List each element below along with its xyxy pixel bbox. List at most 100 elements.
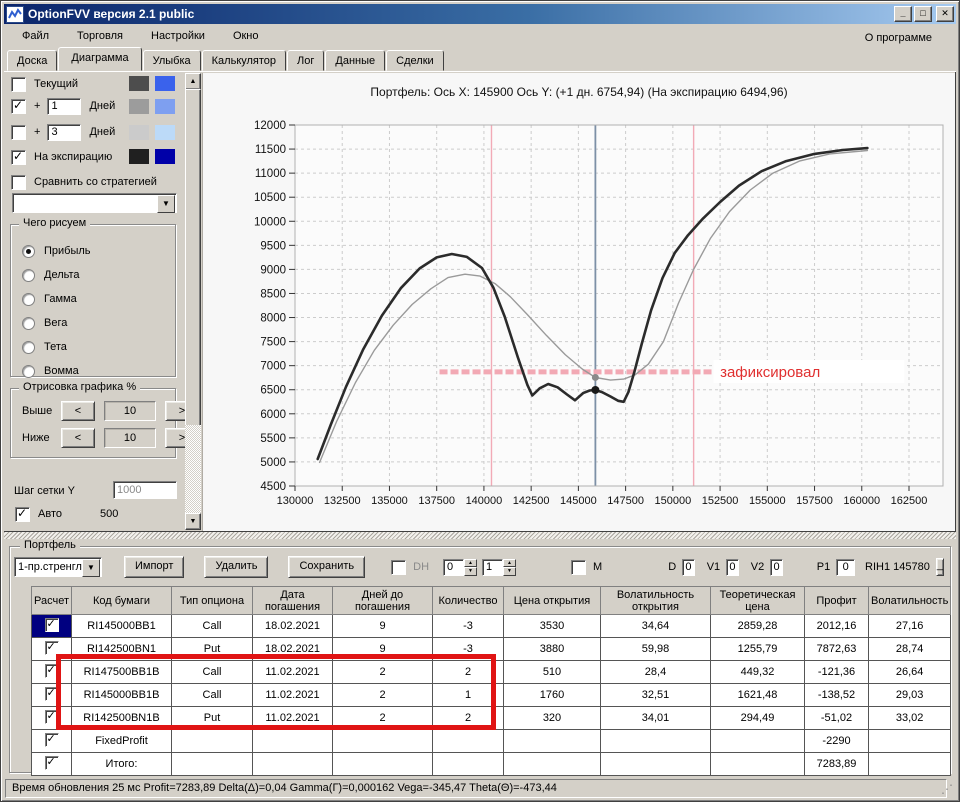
- grid-step-label: Шаг сетки Y: [14, 485, 75, 497]
- radio-button[interactable]: [22, 268, 35, 282]
- below-label: Ниже: [22, 432, 50, 444]
- preset-dropdown[interactable]: 1-пр.стренгл ▼: [14, 557, 102, 577]
- minimize-button[interactable]: _: [894, 6, 912, 22]
- radio-button[interactable]: [22, 364, 35, 378]
- table-row[interactable]: RI145000BB1Call18.02.20219-3353034,64285…: [31, 614, 952, 638]
- scrollbar-track[interactable]: [185, 425, 201, 513]
- radio-button[interactable]: [22, 292, 35, 306]
- plus1-line-swatch: [129, 99, 149, 114]
- spin-up-icon[interactable]: ▲: [464, 558, 478, 567]
- current-checkbox[interactable]: [11, 76, 26, 92]
- spin-down-icon[interactable]: ▼: [503, 567, 517, 576]
- svg-text:130000: 130000: [277, 495, 314, 507]
- tab-item[interactable]: Сделки: [386, 50, 444, 71]
- strategy-dropdown[interactable]: ▼: [12, 193, 177, 213]
- menu-bar: Файл Торговля Настройки Окно О программе: [4, 24, 956, 48]
- radio-button[interactable]: [22, 244, 35, 258]
- plus1-days-input[interactable]: [47, 97, 82, 115]
- import-button[interactable]: Импорт: [124, 556, 185, 578]
- cell-days: [332, 729, 433, 753]
- profit-chart[interactable]: зафиксировал 4500 5000 5500 6000 6500 7000 7500…: [204, 106, 954, 530]
- tab-item[interactable]: Доска: [7, 50, 58, 71]
- auto-label: Авто: [38, 508, 62, 520]
- title-bar[interactable]: OptionFVV версия 2.1 public _ □ ✕: [4, 4, 956, 24]
- sidebar-scrollbar[interactable]: ▲ ▼: [185, 73, 201, 530]
- scroll-down-icon[interactable]: ▼: [185, 513, 201, 530]
- p1-field[interactable]: 0: [836, 558, 856, 576]
- splitter-handle[interactable]: [4, 532, 956, 539]
- status-bar: Время обновления 25 мс Profit=7283,89 De…: [4, 777, 956, 799]
- v1-field[interactable]: 0: [726, 558, 739, 576]
- row-checkbox[interactable]: [44, 732, 59, 747]
- auto-value: 500: [99, 508, 119, 520]
- draw-option-row: Дельта: [22, 263, 91, 287]
- table-row[interactable]: Итого: 7283,89: [31, 752, 952, 776]
- save-button[interactable]: Сохранить: [288, 556, 366, 578]
- menu-item[interactable]: Файл: [12, 27, 59, 45]
- cell-vol: 33,02: [867, 706, 952, 730]
- menu-items: Файл Торговля Настройки Окно: [4, 27, 269, 45]
- spin-up-icon[interactable]: ▲: [503, 558, 517, 567]
- plus3-days-input[interactable]: [47, 123, 82, 141]
- row-checkbox[interactable]: [44, 640, 59, 655]
- cell-theo: 2859,28: [710, 614, 805, 638]
- svg-text:162500: 162500: [891, 495, 928, 507]
- table-row[interactable]: FixedProfit -2290: [31, 729, 952, 753]
- delete-button[interactable]: Удалить: [204, 556, 269, 578]
- cell-date: 18.02.2021: [252, 614, 333, 638]
- chevron-down-icon[interactable]: ▼: [82, 559, 100, 577]
- row-checkbox[interactable]: [44, 755, 59, 770]
- current-label: Текущий: [34, 78, 78, 90]
- svg-text:10000: 10000: [254, 216, 286, 228]
- below-decrease-button[interactable]: <: [61, 428, 95, 448]
- cell-open: [503, 752, 601, 776]
- compare-row: Сравнить со стратегией: [11, 174, 157, 190]
- draw-group: Чего рисуем Прибыль Дельта Гамма Вега Тета Во…: [10, 217, 176, 378]
- expiration-checkbox[interactable]: [11, 149, 26, 165]
- plus1-fill-swatch: [155, 99, 175, 114]
- auto-checkbox[interactable]: [15, 506, 30, 522]
- radio-button[interactable]: [22, 340, 35, 354]
- collapse-button[interactable]: _: [935, 558, 944, 576]
- close-button[interactable]: ✕: [936, 6, 954, 22]
- row-checkbox[interactable]: [44, 617, 59, 632]
- tab-item[interactable]: Лог: [287, 50, 325, 71]
- chevron-down-icon[interactable]: ▼: [157, 195, 175, 213]
- svg-text:5500: 5500: [260, 433, 286, 445]
- scrollbar-thumb[interactable]: [185, 89, 201, 427]
- cell-days: [332, 752, 433, 776]
- spin-down-icon[interactable]: ▼: [464, 567, 478, 576]
- dh-spinner-2[interactable]: 1 ▲ ▼: [482, 558, 517, 576]
- tab-active[interactable]: Диаграмма: [58, 47, 142, 71]
- maximize-button[interactable]: □: [914, 6, 932, 22]
- cell-theo: [710, 729, 805, 753]
- svg-text:10500: 10500: [254, 192, 286, 204]
- tab-item[interactable]: Данные: [325, 50, 386, 71]
- menu-item[interactable]: Настройки: [141, 27, 215, 45]
- menu-item[interactable]: Торговля: [67, 27, 133, 45]
- cell-vol: 29,03: [867, 683, 952, 707]
- tab-item[interactable]: Калькулятор: [201, 50, 287, 71]
- v2-field[interactable]: 0: [770, 558, 783, 576]
- above-decrease-button[interactable]: <: [61, 401, 95, 421]
- cell-type: [171, 752, 253, 776]
- grid-step-input[interactable]: [113, 481, 177, 499]
- tab-item[interactable]: Улыбка: [142, 50, 201, 71]
- m-checkbox[interactable]: [571, 559, 587, 575]
- menu-item[interactable]: Окно: [223, 27, 269, 45]
- radio-button[interactable]: [22, 316, 35, 330]
- svg-text:150000: 150000: [654, 495, 691, 507]
- portfolio-toolbar: 1-пр.стренгл ▼ Импорт Удалить Сохранить …: [14, 555, 944, 579]
- d-field[interactable]: 0: [682, 558, 695, 576]
- scroll-up-icon[interactable]: ▲: [185, 73, 201, 90]
- compare-strategy-checkbox[interactable]: [11, 174, 26, 190]
- dh-checkbox[interactable]: [391, 559, 407, 575]
- plus1-checkbox[interactable]: [11, 98, 26, 114]
- plus3-checkbox[interactable]: [11, 124, 26, 140]
- resize-grip[interactable]: ⋰: [941, 783, 954, 796]
- svg-text:4500: 4500: [260, 481, 286, 493]
- menu-item-about[interactable]: О программе: [855, 29, 942, 47]
- auto-row: Авто 500: [15, 506, 118, 522]
- dh-spinner-1[interactable]: 0 ▲ ▼: [443, 558, 478, 576]
- svg-text:137500: 137500: [418, 495, 455, 507]
